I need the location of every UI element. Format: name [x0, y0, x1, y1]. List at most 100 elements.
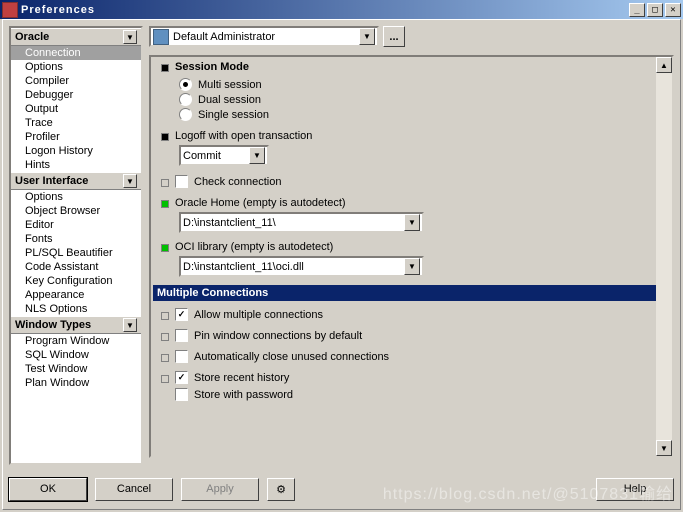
category-label: Oracle: [15, 31, 49, 43]
window-body: Oracle ▼ Connection Options Compiler Deb…: [2, 19, 681, 510]
marker-icon: [161, 375, 169, 383]
sidebar-item-options[interactable]: Options: [11, 60, 141, 74]
session-mode-group: Session Mode Multi session Dual session …: [161, 61, 650, 122]
close-button[interactable]: ✕: [665, 3, 681, 17]
checkbox-label: Allow multiple connections: [194, 309, 323, 321]
settings-panel: Session Mode Multi session Dual session …: [149, 55, 674, 458]
category-header-window-types[interactable]: Window Types ▼: [11, 316, 141, 334]
sidebar-item-beautifier[interactable]: PL/SQL Beautifier: [11, 246, 141, 260]
sidebar-item-key-config[interactable]: Key Configuration: [11, 274, 141, 288]
radio-multi-session[interactable]: Multi session: [161, 77, 650, 92]
marker-icon: [161, 333, 169, 341]
cancel-button[interactable]: Cancel: [95, 478, 173, 501]
checkbox-label: Automatically close unused connections: [194, 351, 389, 363]
scroll-thumb[interactable]: [656, 73, 672, 440]
oci-library-group: OCI library (empty is autodetect) D:\ins…: [161, 241, 650, 277]
app-icon: [2, 2, 18, 18]
oci-library-input[interactable]: D:\instantclient_11\oci.dll ▼: [179, 256, 424, 277]
checkbox-icon: [175, 175, 188, 188]
chevron-down-icon[interactable]: ▼: [249, 147, 265, 164]
sidebar-item-code-assistant[interactable]: Code Assistant: [11, 260, 141, 274]
marker-icon: [161, 64, 169, 72]
apply-button[interactable]: Apply: [181, 478, 259, 501]
sidebar-item-nls[interactable]: NLS Options: [11, 302, 141, 316]
radio-single-session[interactable]: Single session: [161, 107, 650, 122]
chevron-down-icon[interactable]: ▼: [404, 214, 420, 231]
category-header-ui[interactable]: User Interface ▼: [11, 172, 141, 190]
profile-more-button[interactable]: ...: [383, 26, 405, 47]
allow-multiple-row[interactable]: Allow multiple connections: [161, 307, 650, 322]
checkbox-label: Store with password: [194, 389, 293, 401]
radio-label: Multi session: [198, 79, 262, 91]
session-mode-label: Session Mode: [175, 61, 249, 73]
sidebar-item-connection[interactable]: Connection: [11, 46, 141, 60]
radio-icon: [179, 108, 192, 121]
sidebar-item-logon-history[interactable]: Logon History: [11, 144, 141, 158]
sidebar-item-output[interactable]: Output: [11, 102, 141, 116]
marker-icon: [161, 179, 169, 187]
sidebar-item-object-browser[interactable]: Object Browser: [11, 204, 141, 218]
radio-icon: [179, 78, 192, 91]
chevron-down-icon[interactable]: ▼: [359, 28, 375, 45]
ok-button[interactable]: OK: [9, 478, 87, 501]
maximize-button[interactable]: □: [647, 3, 663, 17]
chevron-down-icon[interactable]: ▼: [404, 258, 420, 275]
sidebar-item-appearance[interactable]: Appearance: [11, 288, 141, 302]
profile-selected-text: Default Administrator: [173, 31, 359, 43]
checkbox-label: Pin window connections by default: [194, 330, 362, 342]
radio-dual-session[interactable]: Dual session: [161, 92, 650, 107]
auto-close-row[interactable]: Automatically close unused connections: [161, 349, 650, 364]
marker-icon: [161, 312, 169, 320]
help-button[interactable]: Help: [596, 478, 674, 501]
checkbox-icon: [175, 388, 188, 401]
sidebar-item-compiler[interactable]: Compiler: [11, 74, 141, 88]
radio-icon: [179, 93, 192, 106]
oracle-home-group: Oracle Home (empty is autodetect) D:\ins…: [161, 197, 650, 233]
check-connection-label: Check connection: [194, 176, 281, 188]
category-label: User Interface: [15, 175, 88, 187]
vertical-scrollbar[interactable]: ▲ ▼: [656, 57, 672, 456]
pin-window-row[interactable]: Pin window connections by default: [161, 328, 650, 343]
checkbox-label: Store recent history: [194, 372, 289, 384]
chevron-down-icon[interactable]: ▼: [123, 30, 137, 44]
category-header-oracle[interactable]: Oracle ▼: [11, 28, 141, 46]
sidebar-item-trace[interactable]: Trace: [11, 116, 141, 130]
scroll-up-icon[interactable]: ▲: [656, 57, 672, 73]
minimize-button[interactable]: _: [629, 3, 645, 17]
category-sidebar: Oracle ▼ Connection Options Compiler Deb…: [9, 26, 143, 465]
logoff-select[interactable]: Commit ▼: [179, 145, 269, 166]
content-area: Default Administrator ▼ ... Session Mode…: [149, 26, 674, 465]
store-history-row[interactable]: Store recent history: [161, 370, 650, 385]
store-password-row[interactable]: Store with password: [161, 387, 650, 402]
radio-label: Single session: [198, 109, 269, 121]
sidebar-item-profiler[interactable]: Profiler: [11, 130, 141, 144]
marker-icon: [161, 354, 169, 362]
oracle-home-value: D:\instantclient_11\: [183, 217, 404, 229]
profile-select[interactable]: Default Administrator ▼: [149, 26, 379, 47]
marker-icon: [161, 133, 169, 141]
oracle-home-input[interactable]: D:\instantclient_11\ ▼: [179, 212, 424, 233]
logoff-group: Logoff with open transaction Commit ▼: [161, 130, 650, 166]
sidebar-item-test-window[interactable]: Test Window: [11, 362, 141, 376]
multiple-connections-header: Multiple Connections: [153, 285, 658, 301]
sidebar-item-ui-options[interactable]: Options: [11, 190, 141, 204]
sidebar-item-program-window[interactable]: Program Window: [11, 334, 141, 348]
export-config-button[interactable]: ⚙: [267, 478, 295, 501]
check-connection-row[interactable]: Check connection: [161, 174, 650, 189]
checkbox-icon: [175, 350, 188, 363]
chevron-down-icon[interactable]: ▼: [123, 318, 137, 332]
sidebar-item-editor[interactable]: Editor: [11, 218, 141, 232]
marker-icon: [161, 200, 169, 208]
sidebar-item-debugger[interactable]: Debugger: [11, 88, 141, 102]
logoff-label: Logoff with open transaction: [175, 130, 312, 142]
profile-icon: [153, 29, 169, 45]
oci-library-label: OCI library (empty is autodetect): [175, 241, 333, 253]
sidebar-item-sql-window[interactable]: SQL Window: [11, 348, 141, 362]
scroll-down-icon[interactable]: ▼: [656, 440, 672, 456]
sidebar-item-hints[interactable]: Hints: [11, 158, 141, 172]
sidebar-item-fonts[interactable]: Fonts: [11, 232, 141, 246]
chevron-down-icon[interactable]: ▼: [123, 174, 137, 188]
sidebar-item-plan-window[interactable]: Plan Window: [11, 376, 141, 390]
category-label: Window Types: [15, 319, 91, 331]
oracle-home-label: Oracle Home (empty is autodetect): [175, 197, 346, 209]
